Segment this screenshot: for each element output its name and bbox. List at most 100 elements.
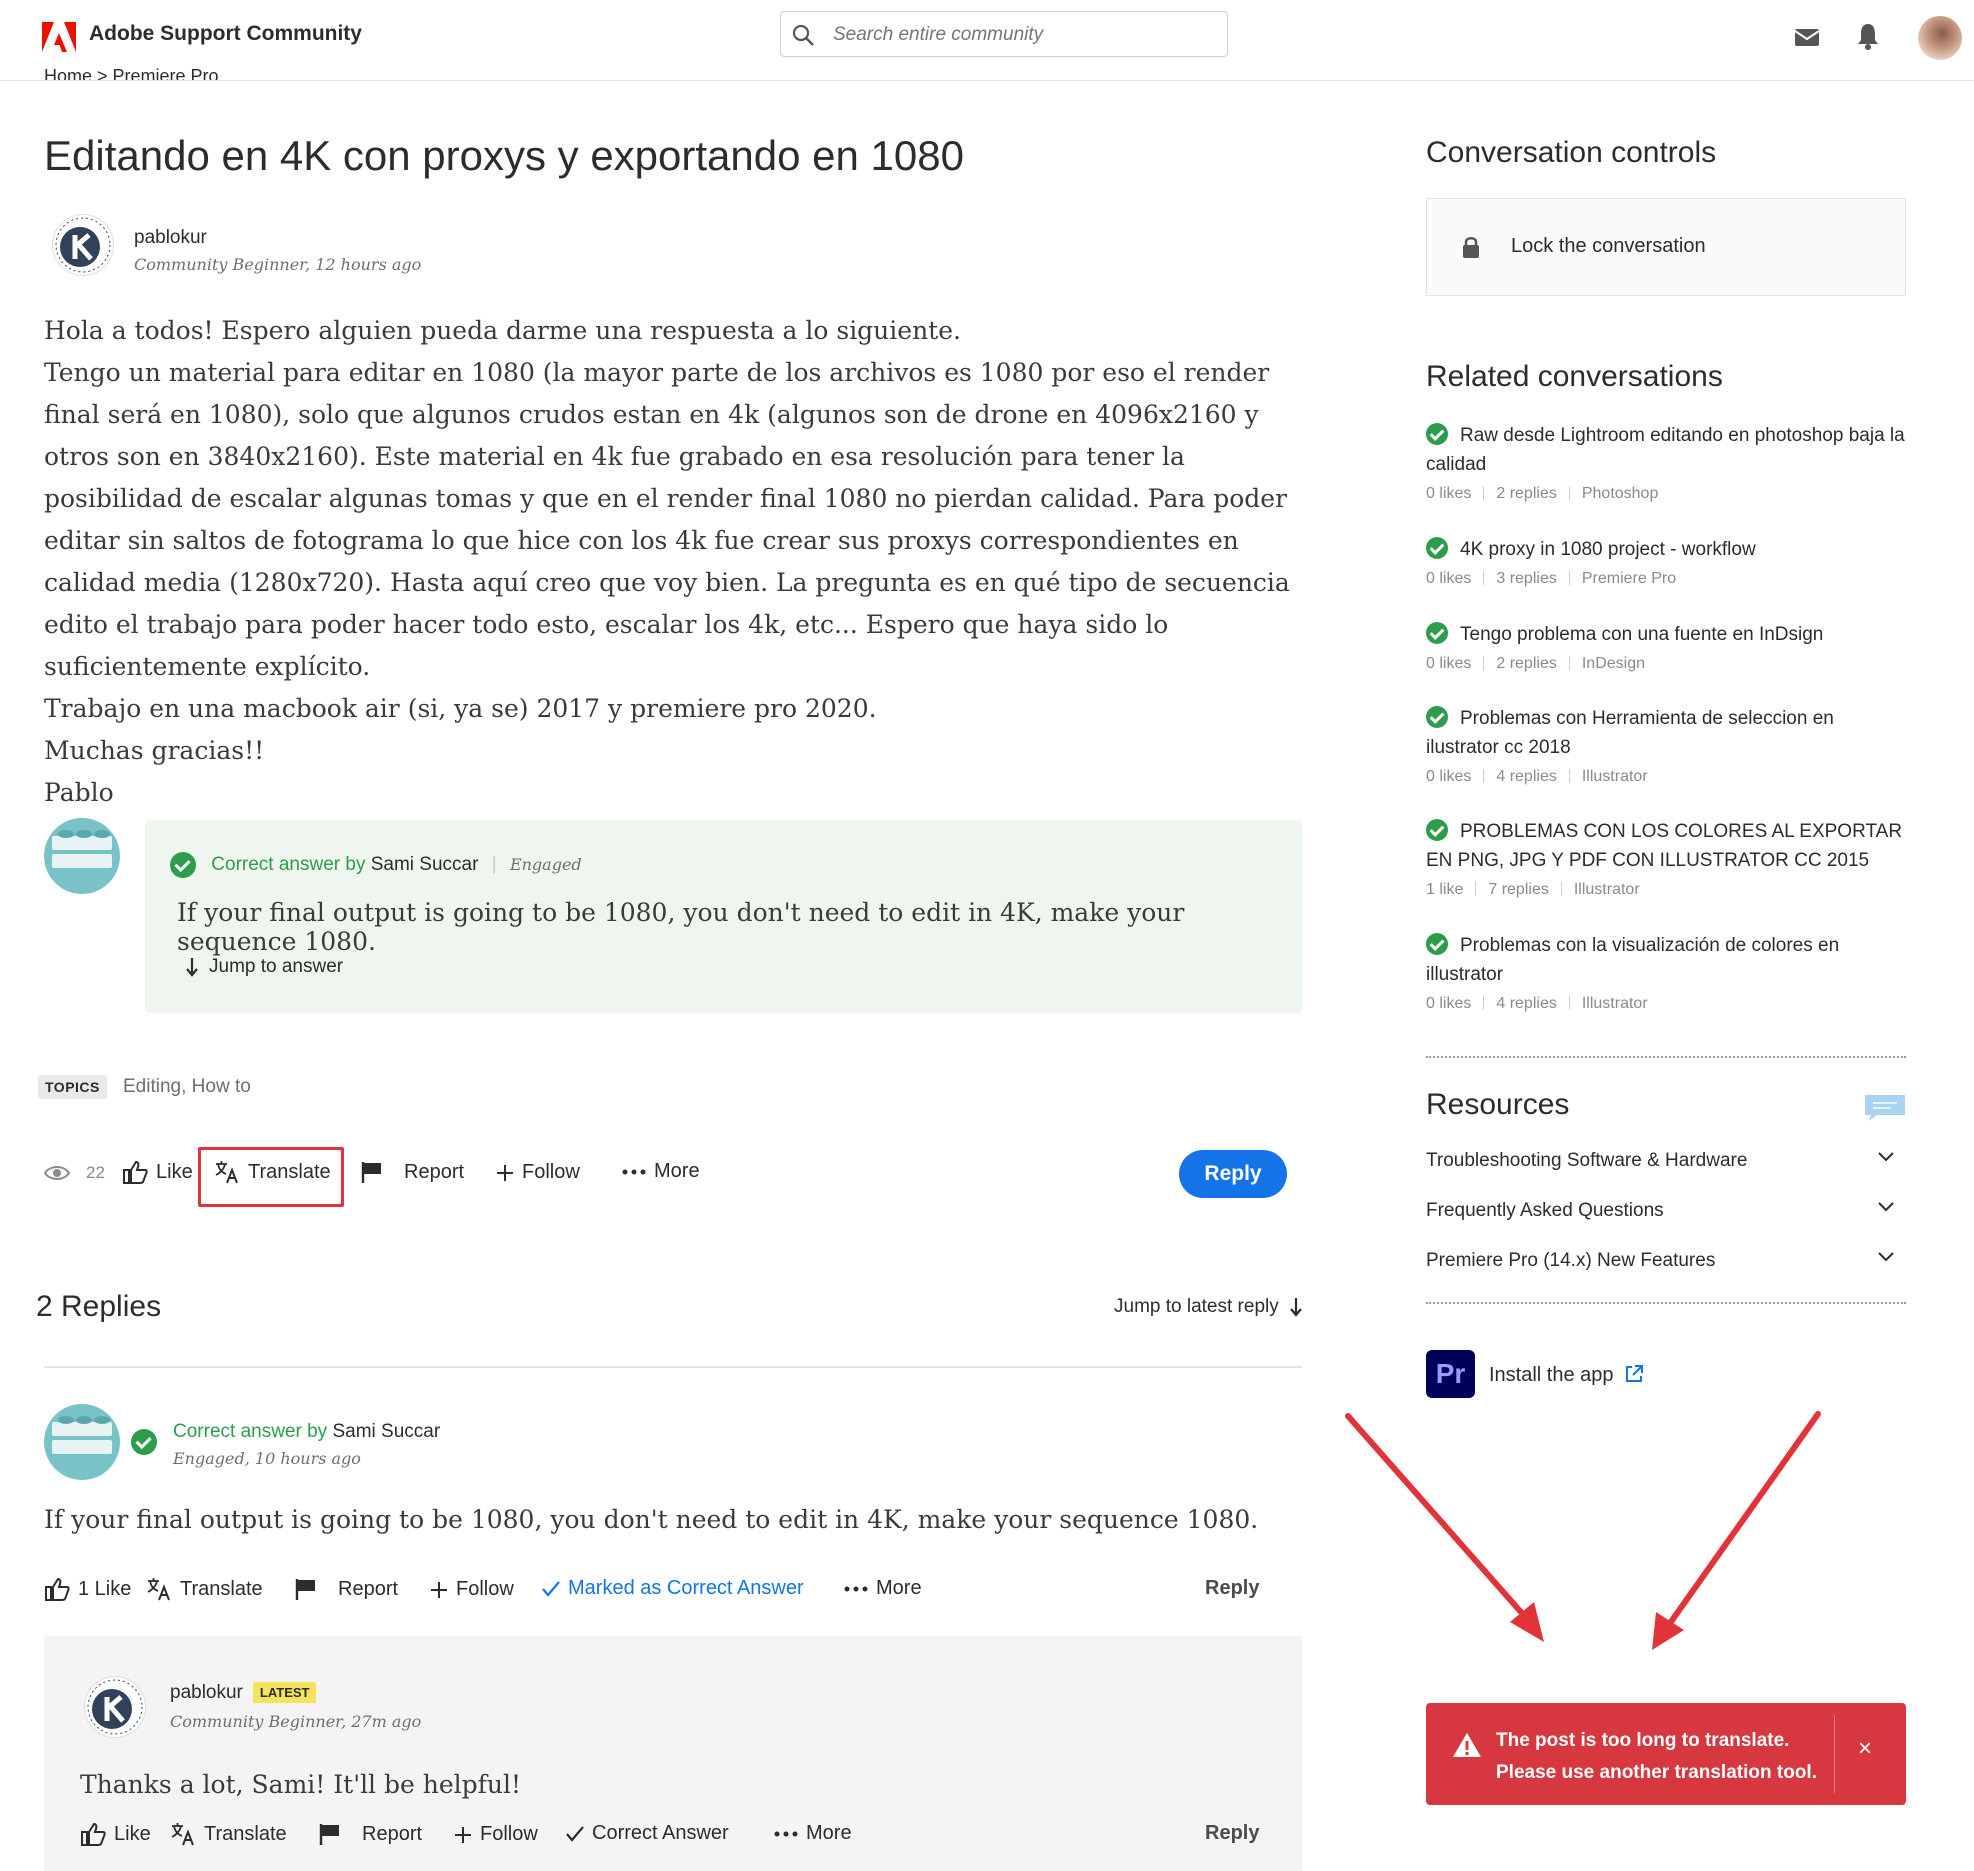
- answer-author[interactable]: Sami Succar: [371, 854, 479, 875]
- translate-icon: [147, 1578, 170, 1601]
- follow-button[interactable]: Follow: [496, 1161, 580, 1184]
- follow-label: Follow: [522, 1161, 580, 1183]
- related-title[interactable]: Raw desde Lightroom editando en photosho…: [1426, 425, 1905, 475]
- resources-heading: Resources: [1426, 1088, 1570, 1121]
- more-button[interactable]: More: [622, 1160, 700, 1183]
- adobe-logo[interactable]: [42, 22, 76, 52]
- reply-time: 10 hours ago: [254, 1449, 361, 1468]
- more-icon: [844, 1586, 868, 1591]
- breadcrumb[interactable]: Home > Premiere Pro: [44, 66, 219, 80]
- translate-button[interactable]: Translate: [170, 1822, 287, 1846]
- topics-list[interactable]: Editing, How to: [123, 1076, 251, 1098]
- topics-badge: TOPICS: [38, 1075, 107, 1099]
- search-box[interactable]: [780, 11, 1228, 57]
- answerer-avatar[interactable]: [44, 818, 120, 894]
- flag-icon: [319, 1824, 339, 1845]
- close-icon[interactable]: ×: [1858, 1735, 1872, 1763]
- premiere-pro-app-icon[interactable]: Pr: [1426, 1350, 1475, 1398]
- arrow-down-icon: [186, 958, 198, 977]
- more-button[interactable]: More: [844, 1577, 922, 1600]
- translate-icon: [171, 1823, 194, 1846]
- more-label: More: [876, 1577, 922, 1599]
- brand-name[interactable]: Adobe Support Community: [89, 22, 362, 46]
- resource-label: Frequently Asked Questions: [1426, 1200, 1664, 1221]
- follow-button[interactable]: Follow: [454, 1823, 538, 1846]
- report-button[interactable]: Report: [318, 1822, 422, 1846]
- external-link-icon[interactable]: [1624, 1364, 1644, 1384]
- related-likes: 1 like: [1426, 881, 1464, 898]
- related-conversation-item[interactable]: 4K proxy in 1080 project - workflow 0 li…: [1426, 535, 1906, 588]
- related-title[interactable]: PROBLEMAS CON LOS COLORES AL EXPORTAR EN…: [1426, 821, 1902, 871]
- report-button[interactable]: Report: [294, 1577, 398, 1601]
- related-conversation-item[interactable]: PROBLEMAS CON LOS COLORES AL EXPORTAR EN…: [1426, 817, 1906, 899]
- flag-icon: [361, 1162, 381, 1183]
- report-button[interactable]: Report: [360, 1160, 464, 1184]
- author-name[interactable]: pablokur: [134, 227, 207, 249]
- reply-link[interactable]: Reply: [1205, 1822, 1259, 1845]
- related-title[interactable]: Problemas con la visualización de colore…: [1426, 935, 1839, 985]
- related-title[interactable]: 4K proxy in 1080 project - workflow: [1460, 539, 1756, 560]
- marked-correct-answer-button[interactable]: Marked as Correct Answer: [542, 1577, 804, 1600]
- related-product[interactable]: Photoshop: [1582, 485, 1659, 502]
- bell-icon[interactable]: [1856, 22, 1880, 50]
- resource-label: Troubleshooting Software & Hardware: [1426, 1150, 1748, 1171]
- reply-link[interactable]: Reply: [1205, 1577, 1259, 1600]
- related-title[interactable]: Tengo problema con una fuente en InDsign: [1460, 624, 1823, 645]
- reply-header: Correct answer by Sami Succar: [173, 1421, 440, 1443]
- related-product[interactable]: Premiere Pro: [1582, 570, 1676, 587]
- like-button[interactable]: Like: [80, 1822, 151, 1846]
- jump-to-latest-reply-link[interactable]: Jump to latest reply: [1114, 1296, 1303, 1318]
- reply-rank: Community Beginner: [170, 1712, 342, 1731]
- related-product[interactable]: Illustrator: [1582, 768, 1648, 785]
- reply-author[interactable]: Sami Succar: [332, 1421, 440, 1442]
- reply-header: pablokur LATEST: [170, 1682, 317, 1704]
- author-avatar[interactable]: [52, 214, 114, 276]
- mail-icon[interactable]: [1794, 26, 1820, 48]
- search-input[interactable]: [831, 20, 1215, 50]
- resource-item[interactable]: Troubleshooting Software & Hardware: [1426, 1150, 1906, 1172]
- related-product[interactable]: Illustrator: [1574, 881, 1640, 898]
- resource-item[interactable]: Premiere Pro (14.x) New Features: [1426, 1250, 1906, 1272]
- install-app-link[interactable]: Install the app: [1489, 1364, 1614, 1387]
- lego-avatar-image: [52, 830, 112, 868]
- related-conversation-item[interactable]: Raw desde Lightroom editando en photosho…: [1426, 421, 1906, 503]
- user-avatar[interactable]: [1918, 16, 1962, 60]
- reply-text: Thanks a lot, Sami! It'll be helpful!: [80, 1770, 522, 1799]
- lock-label: Lock the conversation: [1511, 235, 1706, 257]
- related-conversation-item[interactable]: Problemas con la visualización de colore…: [1426, 931, 1906, 1013]
- marked-correct-label: Marked as Correct Answer: [568, 1577, 804, 1599]
- toast-line-1: The post is too long to translate.: [1496, 1730, 1790, 1751]
- like-button[interactable]: Like: [122, 1160, 193, 1184]
- reply-avatar[interactable]: [44, 1404, 120, 1480]
- answer-text: If your final output is going to be 1080…: [177, 898, 1185, 956]
- correct-answer-label: Correct Answer: [592, 1822, 729, 1844]
- translate-label: Translate: [180, 1577, 263, 1600]
- related-replies: 7 replies: [1488, 881, 1549, 898]
- reply-button[interactable]: Reply: [1179, 1150, 1287, 1198]
- plus-icon: [497, 1164, 513, 1181]
- divider: [44, 1366, 1302, 1368]
- reply-author[interactable]: pablokur: [170, 1682, 243, 1703]
- related-conversation-item[interactable]: Problemas con Herramienta de seleccion e…: [1426, 704, 1906, 786]
- like-button[interactable]: 1 Like: [44, 1577, 131, 1601]
- check-icon: [1426, 537, 1448, 559]
- resource-item[interactable]: Frequently Asked Questions: [1426, 1200, 1906, 1222]
- related-product[interactable]: InDesign: [1582, 655, 1645, 672]
- follow-button[interactable]: Follow: [430, 1578, 514, 1601]
- related-product[interactable]: Illustrator: [1582, 995, 1648, 1012]
- nested-reply-box: pablokur LATEST Community Beginner, 27m a…: [44, 1636, 1302, 1871]
- related-title[interactable]: Problemas con Herramienta de seleccion e…: [1426, 708, 1834, 758]
- related-conversation-item[interactable]: Tengo problema con una fuente en InDsign…: [1426, 620, 1906, 673]
- accept-correct-answer-button[interactable]: Correct Answer: [566, 1822, 729, 1845]
- related-conversations-heading: Related conversations: [1426, 360, 1723, 393]
- post-paragraph: Muchas gracias!!: [44, 736, 265, 765]
- author-avatar[interactable]: [84, 1676, 146, 1738]
- jump-to-answer-link[interactable]: Jump to answer: [185, 956, 343, 978]
- post-paragraph: Pablo: [44, 778, 114, 807]
- translate-button[interactable]: Translate: [146, 1577, 263, 1601]
- more-button[interactable]: More: [774, 1822, 852, 1845]
- author-meta: Community Beginner, 12 hours ago: [134, 255, 422, 274]
- chat-icon: [1865, 1095, 1905, 1121]
- lock-conversation-button[interactable]: Lock the conversation: [1426, 198, 1906, 296]
- post-paragraph: Trabajo en una macbook air (si, ya se) 2…: [44, 694, 877, 723]
